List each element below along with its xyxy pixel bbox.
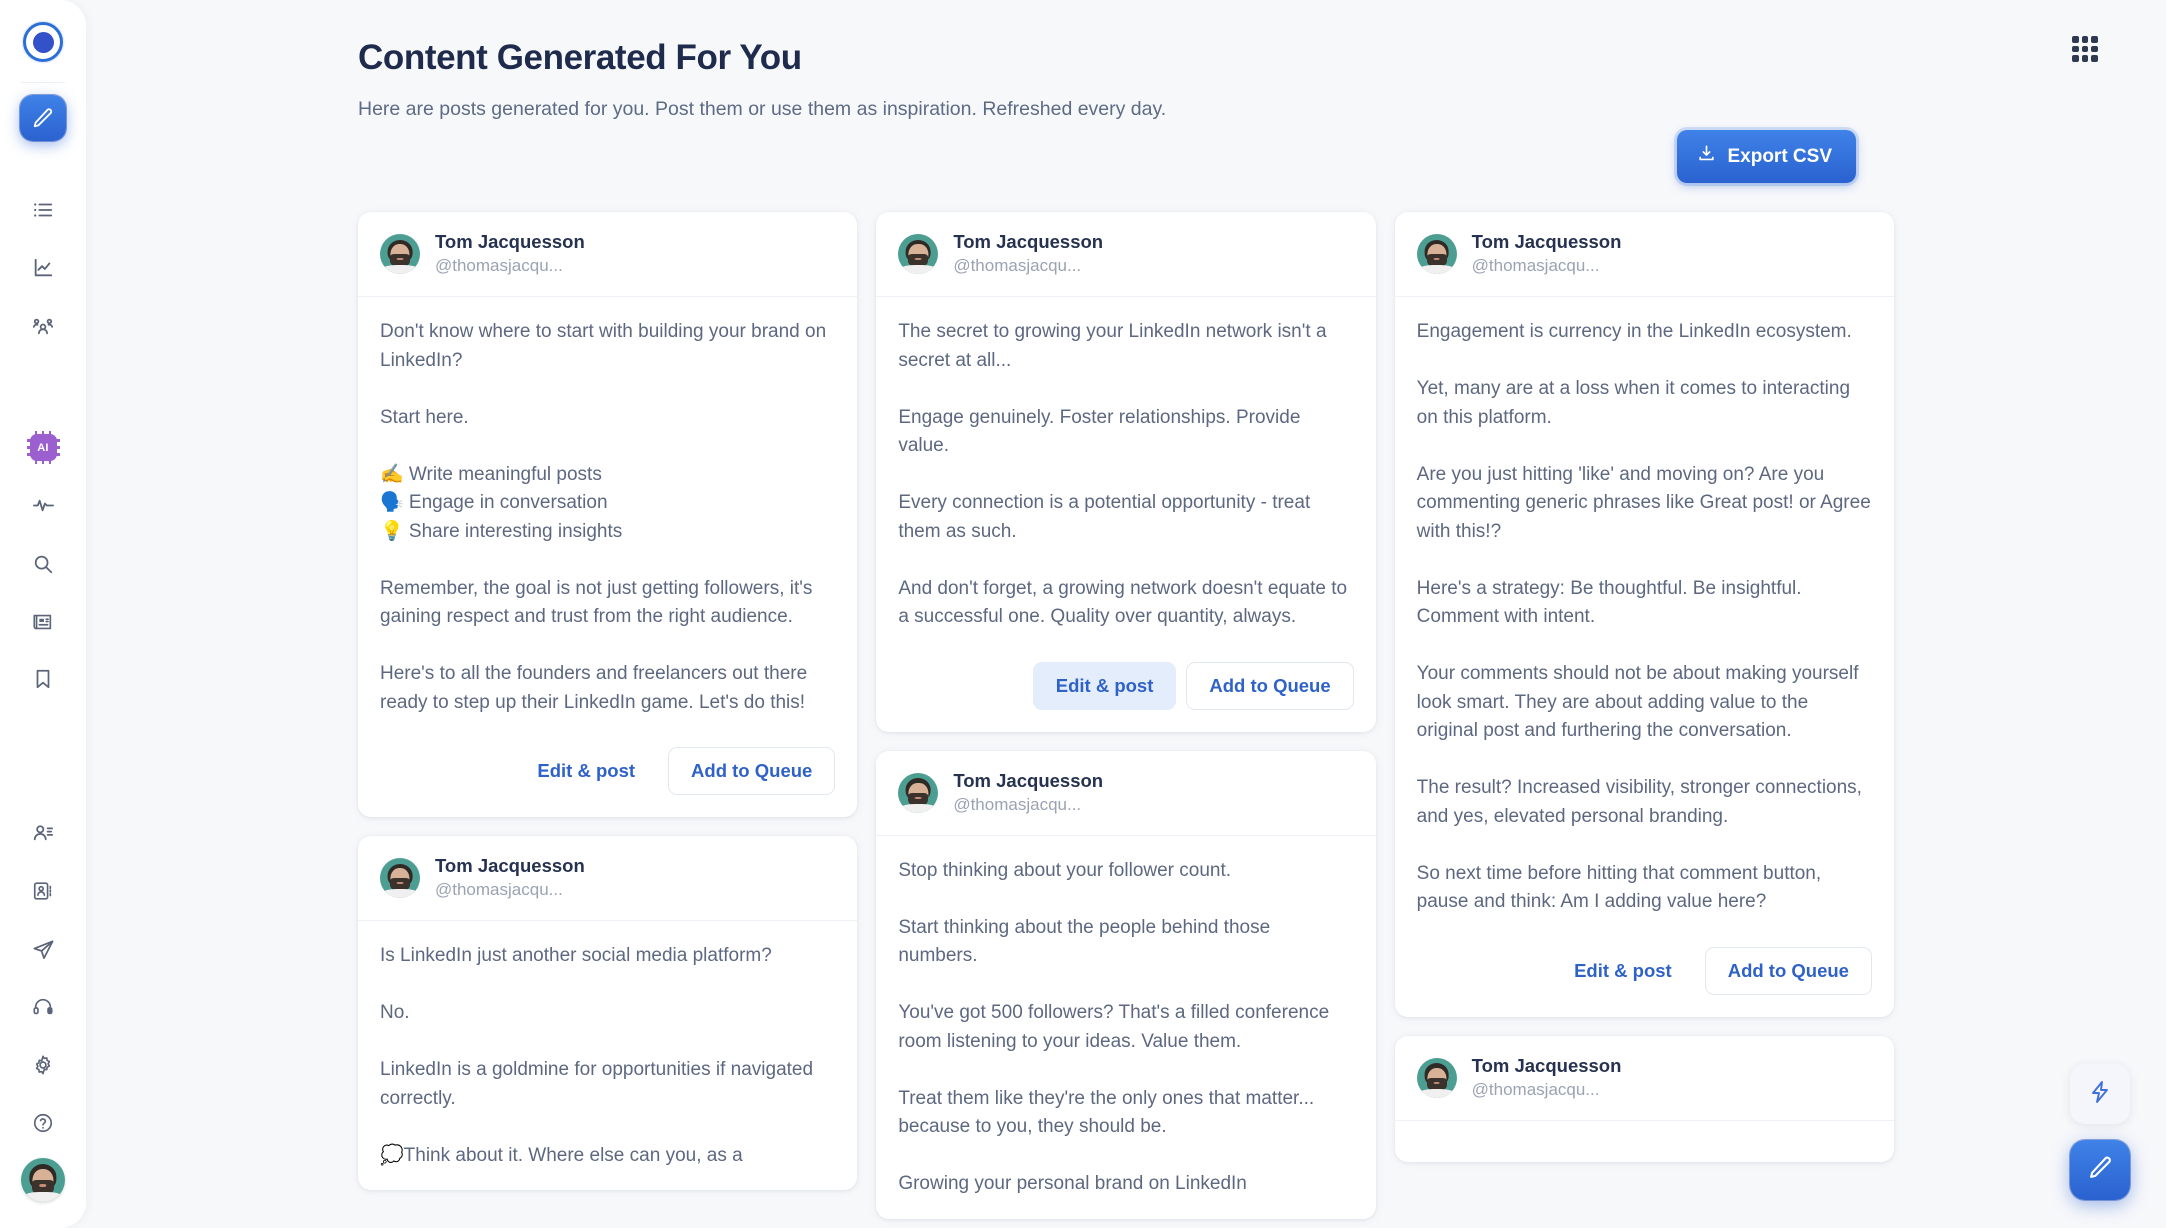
sidebar-item-search[interactable] [20,541,66,587]
quick-actions-button[interactable] [2070,1064,2130,1124]
page-header: Content Generated For You Here are posts… [86,0,2166,121]
author-handle: @thomasjacqu... [435,256,563,276]
sidebar-divider [21,82,65,83]
sidebar-item-news[interactable] [20,599,66,645]
newspaper-icon [32,611,54,633]
author-name: Tom Jacquesson [953,769,1104,791]
post-card: Tom Jacquesson @thomasjacqu... Is LinkedIn… [358,836,858,1191]
contact-card-icon [32,880,54,902]
sidebar-item-compose[interactable] [20,95,66,141]
sidebar-item-send[interactable] [20,926,66,972]
post-card: Tom Jacquesson @thomasjacqu... Engagement … [1394,212,1894,1017]
post-card-header: Tom Jacquesson @thomasjacqu... [876,751,1376,836]
question-circle-icon [32,1112,54,1134]
bookmark-icon [32,668,54,690]
post-column: Tom Jacquesson @thomasjacqu... The secret … [876,212,1376,1228]
add-to-queue-button[interactable]: Add to Queue [1704,946,1872,995]
post-text: Don't know where to start with building … [380,321,827,713]
download-icon [1697,144,1716,169]
post-card-header: Tom Jacquesson @thomasjacqu... [358,212,858,298]
sidebar-item-activity[interactable] [20,483,66,529]
edit-and-post-button[interactable]: Edit & post [514,747,658,795]
avatar [1416,234,1457,275]
export-csv-button[interactable]: Export CSV [1677,130,1856,183]
sidebar-item-ai[interactable]: AI [20,425,66,471]
post-card: Tom Jacquesson @thomasjacqu... Stop thinki… [876,750,1376,1219]
page-title: Content Generated For You [358,38,802,77]
author-name: Tom Jacquesson [435,231,585,252]
headset-icon [32,996,54,1018]
edit-and-post-button[interactable]: Edit & post [1032,661,1177,710]
author-handle: @thomasjacqu... [1471,256,1600,276]
sidebar-item-analytics[interactable] [20,245,66,291]
grid-apps-icon[interactable] [2072,36,2098,62]
ai-chip-icon: AI [26,430,61,465]
user-list-icon [32,822,54,844]
page-subtitle: Here are posts generated for you. Post t… [358,98,1167,120]
post-card-actions: Edit & post Add to Queue [1395,937,1894,1017]
avatar [380,234,420,275]
sidebar-item-bookmarks[interactable] [20,657,66,703]
author-handle: @thomasjacqu... [953,256,1082,276]
chart-line-icon [32,257,54,279]
author-name: Tom Jacquesson [953,231,1104,252]
export-csv-label: Export CSV [1727,145,1832,167]
app-logo[interactable] [23,22,63,62]
post-card-header: Tom Jacquesson @thomasjacqu... [876,212,1376,298]
author-handle: @thomasjacqu... [953,794,1082,814]
sidebar-item-support[interactable] [20,984,66,1030]
compose-fab-button[interactable] [2070,1140,2130,1200]
post-card-actions: Edit & post Add to Queue [876,652,1375,732]
sidebar-item-list[interactable] [20,187,66,233]
users-group-icon [32,315,54,337]
ai-chip-label: AI [29,434,57,462]
list-icon [32,199,54,221]
post-column: Tom Jacquesson @thomasjacqu... Engagement … [1394,212,1894,1228]
paper-plane-icon [32,938,55,961]
avatar [898,234,939,275]
sidebar-item-help[interactable] [20,1100,66,1146]
post-columns: Tom Jacquesson @thomasjacqu... Don't know … [358,212,1894,1228]
gear-icon [32,1054,54,1076]
author-handle: @thomasjacqu... [435,880,563,900]
pencil-icon [2088,1155,2113,1185]
post-card: Tom Jacquesson @thomasjacqu... Don't know … [358,212,858,818]
post-card-header: Tom Jacquesson @thomasjacqu... [1394,212,1894,298]
search-icon [32,553,54,575]
edit-and-post-button[interactable]: Edit & post [1551,947,1695,995]
author-handle: @thomasjacqu... [1471,1079,1600,1099]
post-text [1395,1121,1894,1162]
avatar[interactable] [21,1158,65,1203]
floating-action-stack [2070,1064,2130,1200]
sidebar-item-settings[interactable] [20,1042,66,1088]
sidebar-item-leads[interactable] [20,810,66,856]
sidebar-item-contacts[interactable] [20,868,66,914]
post-card-header: Tom Jacquesson @thomasjacqu... [358,836,858,922]
post-card-header: Tom Jacquesson @thomasjacqu... [1394,1036,1894,1121]
app-root: AI Content Generated For You Here are po… [0,0,2166,1228]
author-name: Tom Jacquesson [1471,1054,1622,1076]
avatar [1416,1057,1457,1098]
main-content: Content Generated For You Here are posts… [86,0,2166,1228]
post-card: Tom Jacquesson @thomasjacqu... The secret … [876,212,1376,732]
lightning-bolt-icon [2088,1080,2112,1109]
post-card-actions: Edit & post Add to Queue [358,737,857,817]
author-name: Tom Jacquesson [435,855,585,877]
post-text: Engagement is currency in the LinkedIn e… [1416,321,1871,913]
add-to-queue-button[interactable]: Add to Queue [668,747,836,796]
sidebar: AI [0,0,86,1228]
sidebar-item-audience[interactable] [20,303,66,349]
post-text: The secret to growing your LinkedIn netw… [898,321,1348,628]
avatar [898,772,939,813]
post-column: Tom Jacquesson @thomasjacqu... Don't know … [358,212,858,1228]
post-card: Tom Jacquesson @thomasjacqu... [1394,1035,1894,1162]
pulse-icon [32,494,55,517]
author-name: Tom Jacquesson [1471,231,1622,252]
post-text: Stop thinking about your follower count.… [898,859,1330,1195]
post-text: Is LinkedIn just another social media pl… [380,945,814,1166]
toolbar: Export CSV [1677,130,1856,183]
pencil-icon [32,107,54,129]
avatar [380,858,420,899]
add-to-queue-button[interactable]: Add to Queue [1186,661,1354,710]
